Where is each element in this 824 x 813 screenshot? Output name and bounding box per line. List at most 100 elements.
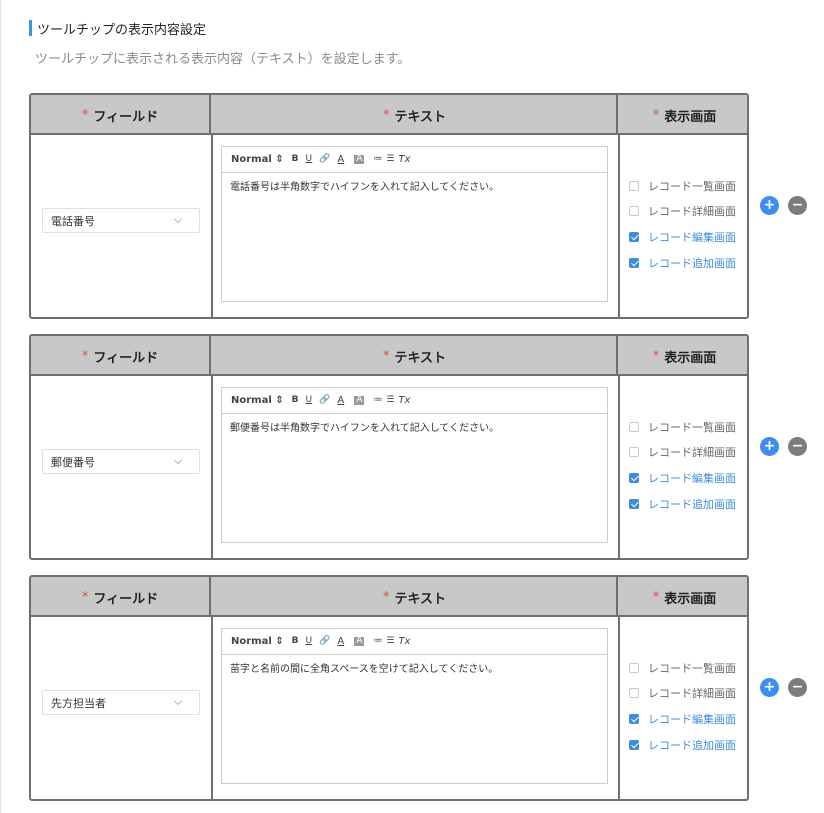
field-header-label: フィールド: [93, 109, 159, 125]
editor-toolbar: Normal ⇕ B U 🔗 A A ≔ ☰ Tx: [222, 147, 607, 173]
required-mark: *: [81, 589, 89, 605]
tooltip-setting-block: * フィールド * テキスト * 表示画面 郵便番号 Normal ⇕ B U 🔗 A…: [29, 334, 749, 560]
editor-content[interactable]: 郵便番号は半角数字でハイフンを入れて記入してください。: [222, 414, 607, 443]
checkbox[interactable]: [629, 180, 639, 191]
checkbox-label: レコード編集画面: [648, 712, 736, 726]
screen-option[interactable]: レコード詳細画面: [629, 681, 736, 707]
bullet-list-icon[interactable]: ☰: [386, 637, 394, 646]
link-icon[interactable]: 🔗: [319, 155, 330, 164]
column-divider: [211, 135, 213, 317]
remove-row-button[interactable]: −: [788, 437, 807, 456]
format-dropdown[interactable]: Normal ⇕: [231, 395, 284, 406]
font-color-button[interactable]: A: [337, 395, 344, 406]
remove-row-button[interactable]: −: [788, 678, 807, 697]
underline-button[interactable]: U: [306, 155, 313, 164]
clear-format-icon[interactable]: Tx: [398, 154, 410, 165]
checkbox-label: レコード追加画面: [648, 738, 736, 752]
screen-option[interactable]: レコード一覧画面: [629, 655, 736, 681]
add-row-button[interactable]: +: [760, 437, 779, 456]
screen-checkbox-group: レコード一覧画面 レコード詳細画面 レコード編集画面 レコード追加画面: [629, 655, 736, 757]
column-divider: [618, 135, 620, 317]
column-divider: [618, 617, 620, 799]
column-divider: [211, 617, 213, 799]
font-color-button[interactable]: A: [337, 154, 344, 165]
field-header-label: フィールド: [93, 350, 159, 366]
table-header-row: * フィールド * テキスト * 表示画面: [31, 577, 747, 617]
field-header-label: フィールド: [93, 591, 159, 607]
background-color-button[interactable]: A: [354, 396, 365, 405]
screen-option[interactable]: レコード編集画面: [629, 224, 736, 250]
screen-header-label: 表示画面: [664, 350, 717, 366]
link-icon[interactable]: 🔗: [319, 396, 330, 405]
checkbox[interactable]: [629, 421, 639, 432]
checkbox-checked[interactable]: [629, 472, 639, 483]
underline-button[interactable]: U: [306, 637, 313, 646]
required-mark: *: [81, 107, 89, 123]
checkbox-label: レコード編集画面: [648, 230, 736, 244]
clear-format-icon[interactable]: Tx: [398, 636, 410, 647]
field-column-header: * フィールド: [31, 336, 211, 376]
field-select-value: 郵便番号: [51, 455, 95, 469]
bullet-list-icon[interactable]: ☰: [386, 396, 394, 405]
required-mark: *: [652, 348, 660, 364]
screen-column-header: * 表示画面: [620, 336, 747, 376]
font-color-button[interactable]: A: [337, 636, 344, 647]
screen-option[interactable]: レコード編集画面: [629, 706, 736, 732]
required-mark: *: [652, 107, 660, 123]
underline-button[interactable]: U: [306, 396, 313, 405]
checkbox[interactable]: [629, 688, 639, 699]
text-column-header: * テキスト: [213, 577, 618, 617]
bullet-list-icon[interactable]: ☰: [386, 155, 394, 164]
minus-icon: −: [791, 196, 804, 213]
add-row-button[interactable]: +: [760, 196, 779, 215]
chevron-down-icon: [173, 455, 183, 465]
checkbox[interactable]: [629, 206, 639, 217]
checkbox-label: レコード一覧画面: [648, 420, 736, 434]
field-column-header: * フィールド: [31, 95, 211, 135]
checkbox-checked[interactable]: [629, 498, 639, 509]
editor-content[interactable]: 苗字と名前の間に全角スペースを空けて記入してください。: [222, 655, 607, 684]
editor-toolbar: Normal ⇕ B U 🔗 A A ≔ ☰ Tx: [222, 629, 607, 655]
add-row-button[interactable]: +: [760, 678, 779, 697]
checkbox[interactable]: [629, 662, 639, 673]
screen-option[interactable]: レコード追加画面: [629, 732, 736, 758]
checkbox-checked[interactable]: [629, 739, 639, 750]
field-select[interactable]: 郵便番号: [42, 449, 200, 474]
link-icon[interactable]: 🔗: [319, 637, 330, 646]
text-column-header: * テキスト: [213, 336, 618, 376]
background-color-button[interactable]: A: [354, 637, 365, 646]
screen-option[interactable]: レコード詳細画面: [629, 440, 736, 466]
bold-button[interactable]: B: [292, 637, 299, 646]
field-select[interactable]: 先方担当者: [42, 690, 200, 715]
checkbox-checked[interactable]: [629, 713, 639, 724]
format-dropdown[interactable]: Normal ⇕: [231, 636, 284, 647]
ordered-list-icon[interactable]: ≔: [373, 396, 382, 405]
screen-option[interactable]: レコード追加画面: [629, 491, 736, 517]
ordered-list-icon[interactable]: ≔: [373, 637, 382, 646]
screen-option[interactable]: レコード編集画面: [629, 465, 736, 491]
table-header-row: * フィールド * テキスト * 表示画面: [31, 336, 747, 376]
background-color-button[interactable]: A: [354, 155, 365, 164]
screen-header-label: 表示画面: [664, 591, 717, 607]
checkbox[interactable]: [629, 447, 639, 458]
bold-button[interactable]: B: [292, 396, 299, 405]
field-select-value: 電話番号: [51, 214, 95, 228]
bold-button[interactable]: B: [292, 155, 299, 164]
tooltip-setting-block: * フィールド * テキスト * 表示画面 電話番号 Normal ⇕ B U 🔗 A…: [29, 93, 749, 319]
minus-icon: −: [791, 437, 804, 454]
screen-option[interactable]: レコード詳細画面: [629, 199, 736, 225]
table-header-row: * フィールド * テキスト * 表示画面: [31, 95, 747, 135]
editor-content[interactable]: 電話番号は半角数字でハイフンを入れて記入してください。: [222, 173, 607, 202]
format-dropdown[interactable]: Normal ⇕: [231, 154, 284, 165]
remove-row-button[interactable]: −: [788, 196, 807, 215]
field-select[interactable]: 電話番号: [42, 208, 200, 233]
screen-option[interactable]: レコード一覧画面: [629, 414, 736, 440]
screen-option[interactable]: レコード追加画面: [629, 250, 736, 276]
screen-option[interactable]: レコード一覧画面: [629, 173, 736, 199]
checkbox-checked[interactable]: [629, 257, 639, 268]
ordered-list-icon[interactable]: ≔: [373, 155, 382, 164]
text-header-label: テキスト: [394, 591, 447, 607]
required-mark: *: [382, 348, 390, 364]
clear-format-icon[interactable]: Tx: [398, 395, 410, 406]
checkbox-checked[interactable]: [629, 231, 639, 242]
